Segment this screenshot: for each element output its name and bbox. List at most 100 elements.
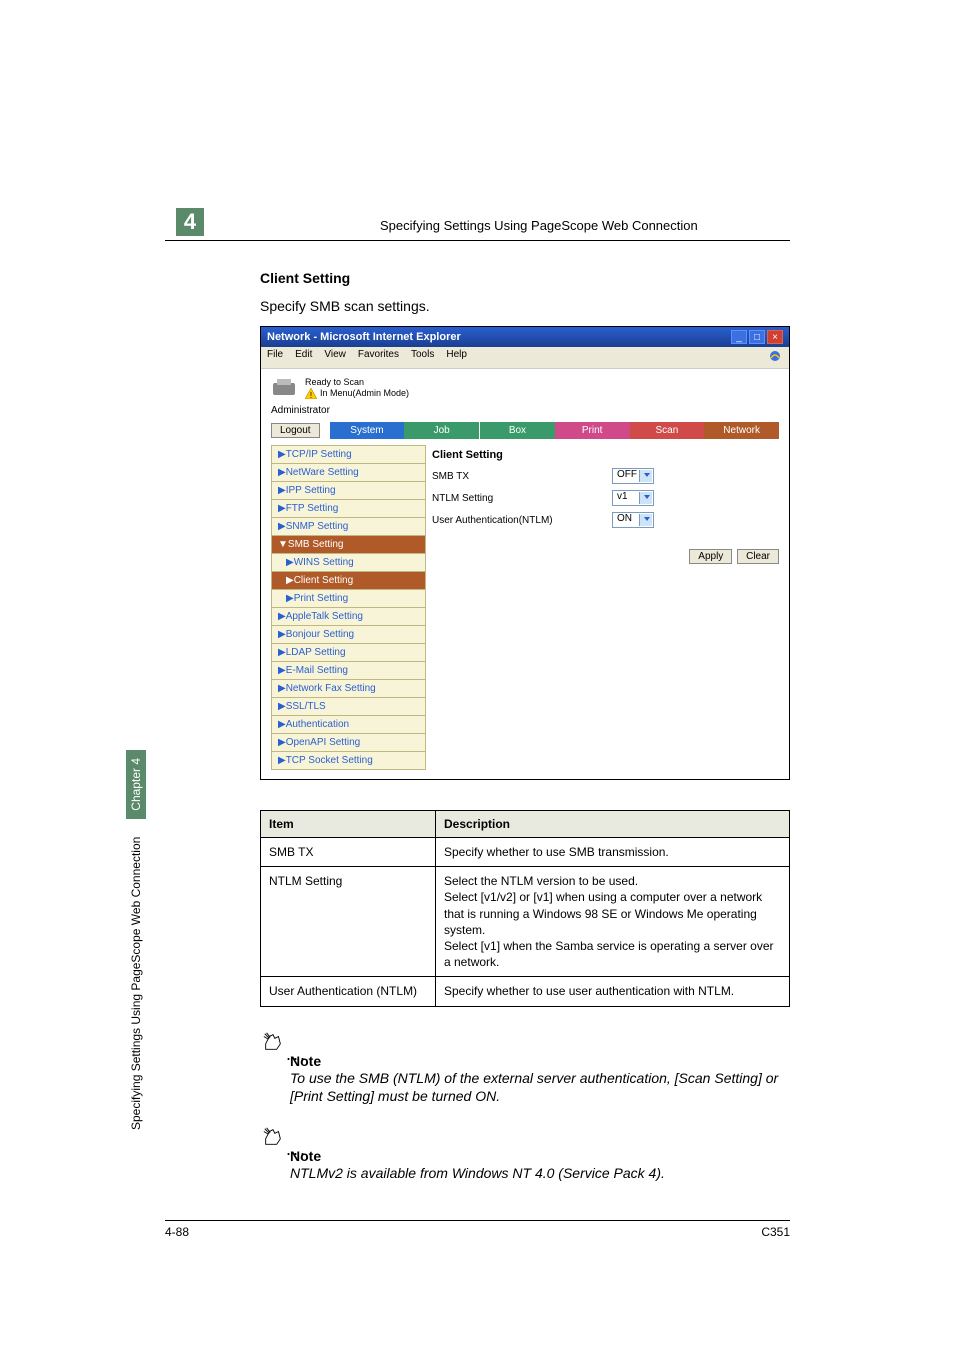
sidebar-client-label: Client Setting [294,575,353,586]
footer-page: 4-88 [165,1225,189,1239]
embedded-screenshot: Network - Microsoft Internet Explorer _ … [260,326,790,780]
form-panel: Client Setting SMB TX OFF NTLM Setting v… [432,445,779,769]
sidebar-snmp[interactable]: ▶SNMP Setting [271,517,426,536]
sidebar-email[interactable]: ▶E-Mail Setting [271,661,426,680]
maximize-button[interactable]: □ [749,330,765,344]
sidebar-netfax-label: Network Fax Setting [286,683,376,694]
sidebar-netfax[interactable]: ▶Network Fax Setting [271,679,426,698]
screenshot-body: ▶TCP/IP Setting ▶NetWare Setting ▶IPP Se… [261,445,789,779]
tab-scan[interactable]: Scan [630,422,705,439]
cell-desc: Select the NTLM version to be used. Sele… [436,867,790,977]
status-ready: Ready to Scan [305,377,409,388]
select-smb-tx-value: OFF [617,469,637,480]
sidebar-smb-label: SMB Setting [288,539,344,550]
sidebar-tcpip[interactable]: ▶TCP/IP Setting [271,445,426,464]
note-label: Note [290,1053,782,1069]
menu-tools[interactable]: Tools [411,349,434,366]
note-block-2: ... Note NTLMv2 is available from Window… [262,1126,782,1183]
tab-network[interactable]: Network [704,422,779,439]
sidebar-ftp[interactable]: ▶FTP Setting [271,499,426,518]
logout-button[interactable]: Logout [271,423,320,438]
note-text: To use the SMB (NTLM) of the external se… [290,1069,782,1107]
side-vertical-label: Specifying Settings Using PageScope Web … [126,630,146,1130]
sidebar-bonjour[interactable]: ▶Bonjour Setting [271,625,426,644]
form-title: Client Setting [432,445,779,465]
minimize-button[interactable]: _ [731,330,747,344]
sidebar-ipp[interactable]: ▶IPP Setting [271,481,426,500]
clear-button[interactable]: Clear [737,549,779,564]
status-menu: In Menu(Admin Mode) [320,388,409,399]
sidebar-tcpsock-label: TCP Socket Setting [286,755,373,766]
sidebar-client[interactable]: ▶Client Setting [271,571,426,590]
sidebar: ▶TCP/IP Setting ▶NetWare Setting ▶IPP Se… [271,445,426,769]
apply-button[interactable]: Apply [689,549,732,564]
select-ntlm-value: v1 [617,491,628,502]
tab-print[interactable]: Print [555,422,630,439]
page-content: Client Setting Specify SMB scan settings… [165,200,865,1183]
close-button[interactable]: × [767,330,783,344]
sidebar-wins[interactable]: ▶WINS Setting [271,553,426,572]
col-item: Item [261,811,436,838]
table-row: User Authentication (NTLM) Specify wheth… [261,977,790,1006]
sidebar-netware[interactable]: ▶NetWare Setting [271,463,426,482]
sidebar-ftp-label: FTP Setting [286,503,339,514]
warning-icon: ! [305,388,317,399]
sidebar-tcpsock[interactable]: ▶TCP Socket Setting [271,751,426,770]
cell-desc: Specify whether to use SMB transmission. [436,838,790,867]
select-userauth[interactable]: ON [612,512,654,528]
table-row: NTLM Setting Select the NTLM version to … [261,867,790,977]
menu-view[interactable]: View [324,349,346,366]
tab-row: Logout System Job Box Print Scan Network [261,422,789,445]
select-smb-tx[interactable]: OFF [612,468,654,484]
side-chapter-box: Chapter 4 [126,750,146,819]
note-label: Note [290,1148,782,1164]
label-ntlm: NTLM Setting [432,493,612,504]
sidebar-smb[interactable]: ▼SMB Setting [271,535,426,554]
sidebar-ipp-label: IPP Setting [286,485,336,496]
admin-label: Administrator [261,403,789,422]
note-hand-icon [262,1031,284,1053]
menu-edit[interactable]: Edit [295,349,312,366]
section-title: Client Setting [260,270,865,286]
select-ntlm[interactable]: v1 [612,490,654,506]
sidebar-wins-label: WINS Setting [294,557,354,568]
tab-box[interactable]: Box [480,422,555,439]
sidebar-snmp-label: SNMP Setting [286,521,349,532]
status-text: Ready to Scan ! In Menu(Admin Mode) [305,377,409,399]
sidebar-auth-label: Authentication [286,719,349,730]
label-userauth: User Authentication(NTLM) [432,515,612,526]
sidebar-auth[interactable]: ▶Authentication [271,715,426,734]
menu-file[interactable]: File [267,349,283,366]
chevron-down-icon [644,495,650,499]
sidebar-appletalk-label: AppleTalk Setting [286,611,363,622]
cell-item: User Authentication (NTLM) [261,977,436,1006]
page-footer: 4-88 C351 [165,1220,790,1239]
sidebar-ldap[interactable]: ▶LDAP Setting [271,643,426,662]
chevron-down-icon [644,517,650,521]
sidebar-openapi[interactable]: ▶OpenAPI Setting [271,733,426,752]
form-buttons: Apply Clear [432,549,779,564]
window-buttons: _ □ × [731,330,783,344]
browser-menubar: File Edit View Favorites Tools Help [261,347,789,368]
footer-model: C351 [761,1225,790,1239]
tab-job[interactable]: Job [404,422,480,439]
select-userauth-value: ON [617,513,632,524]
menu-favorites[interactable]: Favorites [358,349,399,366]
table-row: SMB TX Specify whether to use SMB transm… [261,838,790,867]
chevron-down-icon [644,473,650,477]
row-smb-tx: SMB TX OFF [432,465,779,487]
window-titlebar: Network - Microsoft Internet Explorer _ … [261,327,789,347]
menu-help[interactable]: Help [446,349,467,366]
section-lead: Specify SMB scan settings. [260,298,865,314]
note-hand-icon [262,1126,284,1148]
tab-system[interactable]: System [330,422,405,439]
sidebar-bonjour-label: Bonjour Setting [286,629,354,640]
cell-item: SMB TX [261,838,436,867]
sidebar-printset-label: Print Setting [294,593,348,604]
sidebar-appletalk[interactable]: ▶AppleTalk Setting [271,607,426,626]
note-dots: ... [286,1050,307,1059]
sidebar-printset[interactable]: ▶Print Setting [271,589,426,608]
sidebar-ssl[interactable]: ▶SSL/TLS [271,697,426,716]
ie-logo-icon [767,349,783,363]
sidebar-netware-label: NetWare Setting [286,467,359,478]
